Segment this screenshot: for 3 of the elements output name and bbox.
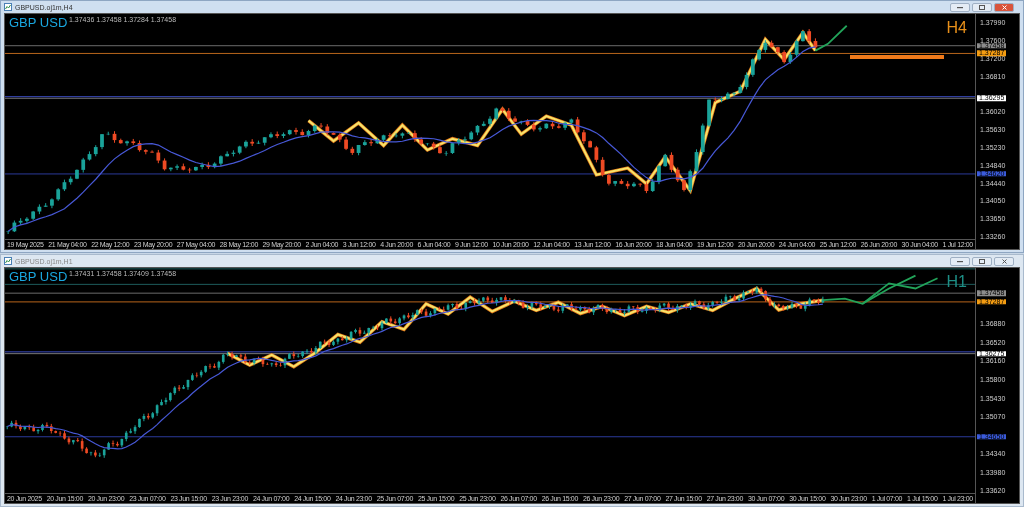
symbol-label: GBP USD	[9, 270, 68, 283]
timeframe-label: H4	[946, 20, 967, 36]
symbol-label: GBP USD	[9, 16, 68, 29]
